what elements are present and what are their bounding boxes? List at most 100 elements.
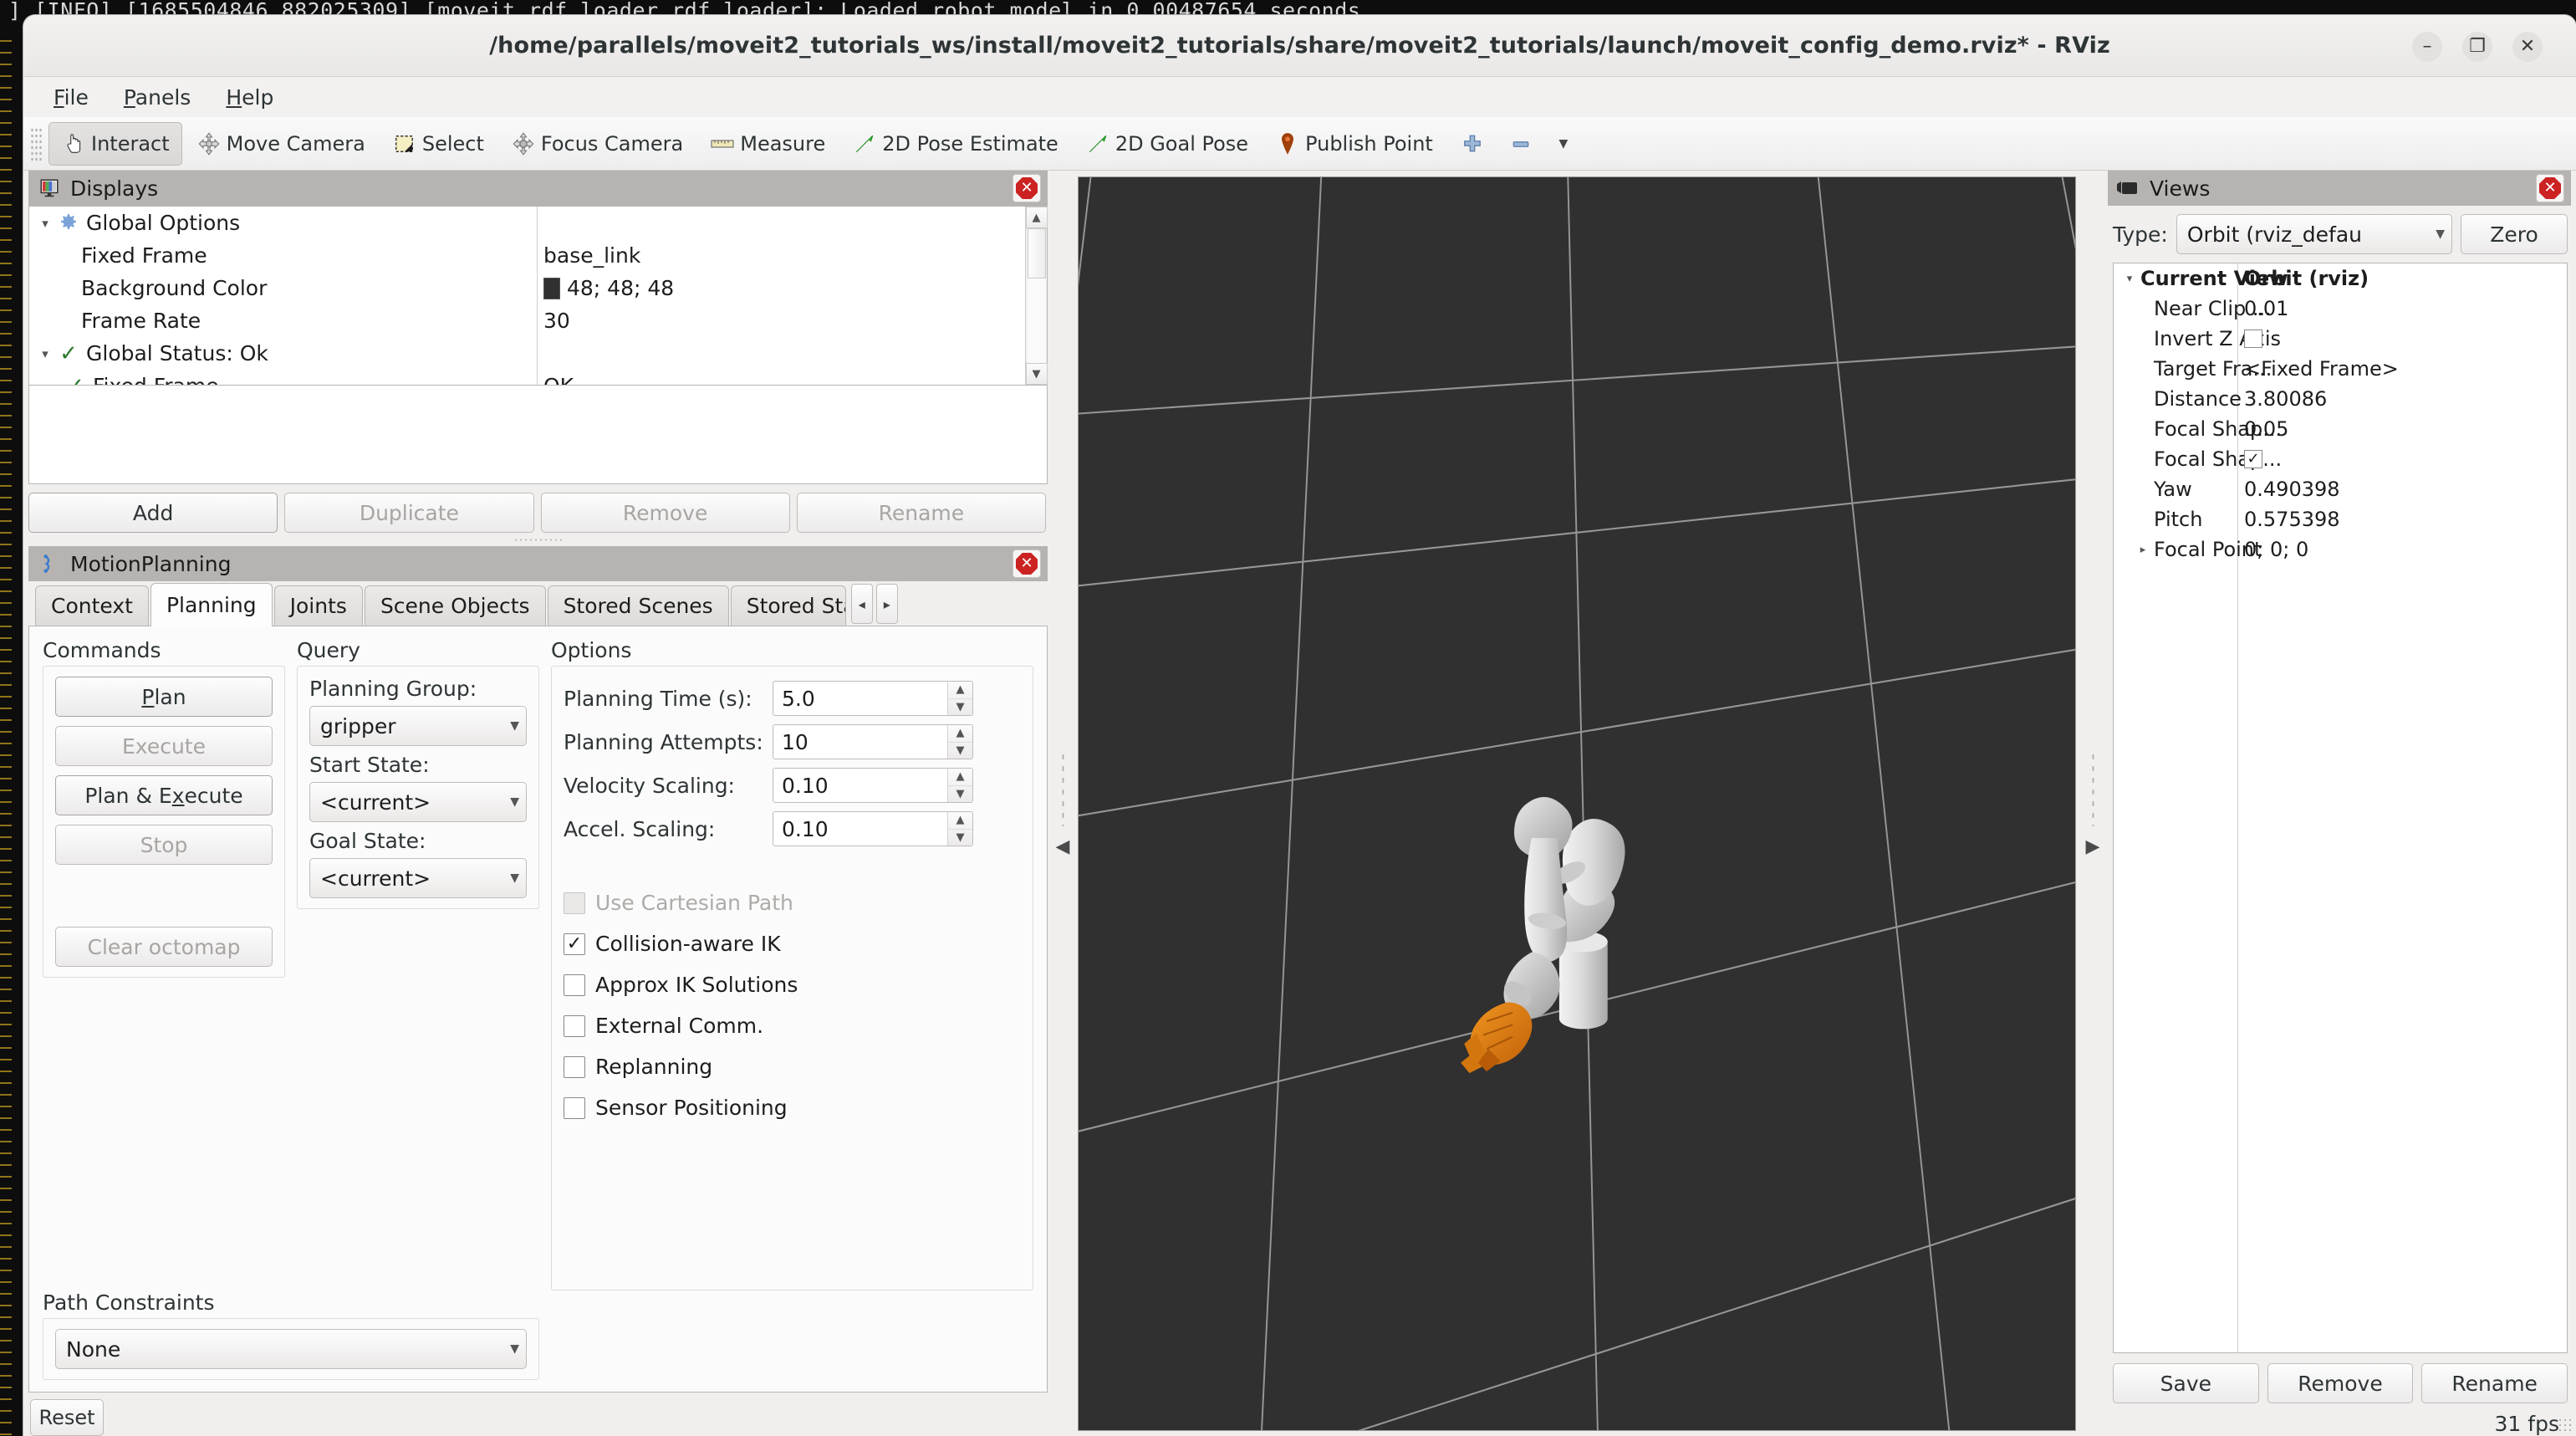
- planning-attempts-stepper[interactable]: ▲▼: [947, 725, 972, 759]
- expand-arrow-icon[interactable]: ▾: [34, 346, 56, 361]
- external-comm-checkbox[interactable]: [564, 1015, 585, 1037]
- menu-help[interactable]: Help: [211, 80, 288, 115]
- collision-aware-ik-checkbox[interactable]: ✓: [564, 933, 585, 955]
- tab-context[interactable]: Context: [35, 585, 149, 626]
- external-comm-row[interactable]: External Comm.: [564, 1005, 1021, 1046]
- chevron-right-icon[interactable]: ▶: [2086, 838, 2100, 856]
- tree-row-value[interactable]: base_link: [543, 243, 640, 268]
- spin-down-icon[interactable]: ▼: [948, 699, 972, 716]
- accel-scaling-spinbox[interactable]: 0.10 ▲▼: [773, 811, 973, 846]
- focal-shape-fixed-size-checkbox[interactable]: ✓: [2244, 450, 2262, 468]
- views-row-value[interactable]: [2244, 330, 2262, 348]
- execute-button[interactable]: Execute: [55, 726, 273, 766]
- displays-tree[interactable]: ▾ Global Options Fixed Frame base_link B…: [29, 207, 1025, 385]
- menu-file[interactable]: File: [38, 80, 104, 115]
- tree-row[interactable]: Frame Rate 30: [29, 304, 1025, 337]
- stop-button[interactable]: Stop: [55, 825, 273, 865]
- tab-scene-objects[interactable]: Scene Objects: [365, 585, 546, 626]
- tool-interact[interactable]: Interact: [48, 122, 182, 166]
- views-row-near-clip[interactable]: Near Clip ... 0.01: [2114, 294, 2567, 324]
- views-row-yaw[interactable]: Yaw 0.490398: [2114, 474, 2567, 504]
- tree-row-value[interactable]: 48; 48; 48: [543, 276, 674, 300]
- goal-state-combo[interactable]: <current> ▼: [309, 858, 527, 898]
- save-view-button[interactable]: Save: [2113, 1363, 2259, 1403]
- planning-attempts-spinbox[interactable]: 10 ▲▼: [773, 724, 973, 759]
- views-row-invert-z-axis[interactable]: Invert Z Axis: [2114, 324, 2567, 354]
- menu-panels[interactable]: Panels: [109, 80, 206, 115]
- tab-scroll-right-button[interactable]: ▸: [876, 584, 898, 624]
- remove-view-button[interactable]: Remove: [2267, 1363, 2414, 1403]
- background-color-swatch[interactable]: [543, 278, 560, 299]
- tool-focus-camera[interactable]: Focus Camera: [498, 122, 696, 166]
- close-button[interactable]: ✕: [2512, 32, 2543, 62]
- velocity-scaling-value[interactable]: 0.10: [773, 774, 947, 798]
- velocity-scaling-spinbox[interactable]: 0.10 ▲▼: [773, 768, 973, 803]
- views-tree[interactable]: ▾ Current View Orbit (rviz) Near Clip ..…: [2114, 263, 2567, 1352]
- tree-row[interactable]: ▾ Global Options: [29, 207, 1025, 239]
- views-zero-button[interactable]: Zero: [2461, 214, 2568, 254]
- expand-arrow-icon[interactable]: ▾: [2119, 273, 2140, 285]
- window-resize-grip[interactable]: [2558, 1418, 2573, 1433]
- planning-group-combo[interactable]: gripper ▼: [309, 706, 527, 746]
- spin-down-icon[interactable]: ▼: [948, 743, 972, 759]
- duplicate-display-button[interactable]: Duplicate: [284, 493, 533, 533]
- spin-up-icon[interactable]: ▲: [948, 682, 972, 699]
- tool-move-camera[interactable]: Move Camera: [184, 122, 378, 166]
- tool-2d-goal-pose[interactable]: 2D Goal Pose: [1073, 122, 1261, 166]
- planning-time-spinbox[interactable]: 5.0 ▲▼: [773, 681, 973, 716]
- views-type-combo[interactable]: Orbit (rviz_defau ▼: [2176, 214, 2452, 254]
- tab-planning[interactable]: Planning: [150, 583, 273, 626]
- views-row-value[interactable]: 0.575398: [2244, 508, 2340, 531]
- views-row-value[interactable]: <Fixed Frame>: [2244, 357, 2399, 381]
- reset-button[interactable]: Reset: [30, 1399, 104, 1436]
- tree-row[interactable]: ✓ Fixed Frame OK: [29, 370, 1025, 385]
- views-row-value[interactable]: 3.80086: [2244, 387, 2327, 411]
- views-row-value[interactable]: ✓: [2244, 450, 2262, 468]
- spin-down-icon[interactable]: ▼: [948, 786, 972, 803]
- tree-row[interactable]: ▾ ✓ Global Status: Ok: [29, 337, 1025, 370]
- path-constraints-combo[interactable]: None ▼: [55, 1329, 527, 1369]
- tool-2d-pose-estimate[interactable]: 2D Pose Estimate: [839, 122, 1071, 166]
- accel-scaling-value[interactable]: 0.10: [773, 817, 947, 841]
- scroll-up-arrow-icon[interactable]: ▲: [1026, 207, 1048, 228]
- rename-view-button[interactable]: Rename: [2421, 1363, 2568, 1403]
- views-row-target-frame[interactable]: Target Fra... <Fixed Frame>: [2114, 354, 2567, 384]
- views-row-current-view[interactable]: ▾ Current View Orbit (rviz): [2114, 263, 2567, 294]
- toolbar-drag-grip[interactable]: [30, 127, 42, 161]
- remove-display-button[interactable]: Remove: [541, 493, 790, 533]
- approx-ik-solutions-row[interactable]: Approx IK Solutions: [564, 964, 1021, 1005]
- tool-publish-point[interactable]: Publish Point: [1262, 122, 1446, 166]
- planning-time-stepper[interactable]: ▲▼: [947, 682, 972, 715]
- replanning-row[interactable]: Replanning: [564, 1046, 1021, 1087]
- start-state-combo[interactable]: <current> ▼: [309, 782, 527, 822]
- views-row-value[interactable]: 0.05: [2244, 417, 2288, 441]
- scroll-thumb[interactable]: [1028, 228, 1046, 279]
- approx-ik-solutions-checkbox[interactable]: [564, 974, 585, 996]
- views-row-value[interactable]: 0; 0; 0: [2244, 538, 2308, 561]
- minimize-button[interactable]: –: [2412, 32, 2442, 62]
- collision-aware-ik-row[interactable]: ✓ Collision-aware IK: [564, 923, 1021, 964]
- invert-z-axis-checkbox[interactable]: [2244, 330, 2262, 348]
- planning-time-value[interactable]: 5.0: [773, 687, 947, 711]
- sensor-positioning-row[interactable]: Sensor Positioning: [564, 1087, 1021, 1128]
- add-display-button[interactable]: Add: [28, 493, 278, 533]
- tool-measure[interactable]: Measure: [697, 122, 838, 166]
- panel-splitter[interactable]: [28, 533, 1048, 546]
- views-panel-close-button[interactable]: ✕: [2536, 174, 2564, 202]
- views-row-distance[interactable]: Distance 3.80086: [2114, 384, 2567, 414]
- views-row-focal-shape-size[interactable]: Focal Shap... 0.05: [2114, 414, 2567, 444]
- chevron-left-icon[interactable]: ◀: [1056, 838, 1070, 856]
- spin-down-icon[interactable]: ▼: [948, 830, 972, 846]
- scroll-track[interactable]: [1028, 228, 1046, 363]
- replanning-checkbox[interactable]: [564, 1056, 585, 1078]
- tab-scroll-left-button[interactable]: ◂: [851, 584, 873, 624]
- use-cartesian-path-row[interactable]: Use Cartesian Path: [564, 882, 1021, 923]
- tab-stored-states[interactable]: Stored Sta: [731, 585, 846, 626]
- spin-up-icon[interactable]: ▲: [948, 725, 972, 743]
- maximize-button[interactable]: ❐: [2462, 32, 2492, 62]
- remove-tool-button[interactable]: [1499, 122, 1543, 166]
- tree-row[interactable]: Background Color 48; 48; 48: [29, 272, 1025, 304]
- right-dock-collapse-handle[interactable]: ▶: [2078, 171, 2108, 1436]
- views-row-focal-point[interactable]: ▸ Focal Point 0; 0; 0: [2114, 534, 2567, 565]
- accel-scaling-stepper[interactable]: ▲▼: [947, 812, 972, 846]
